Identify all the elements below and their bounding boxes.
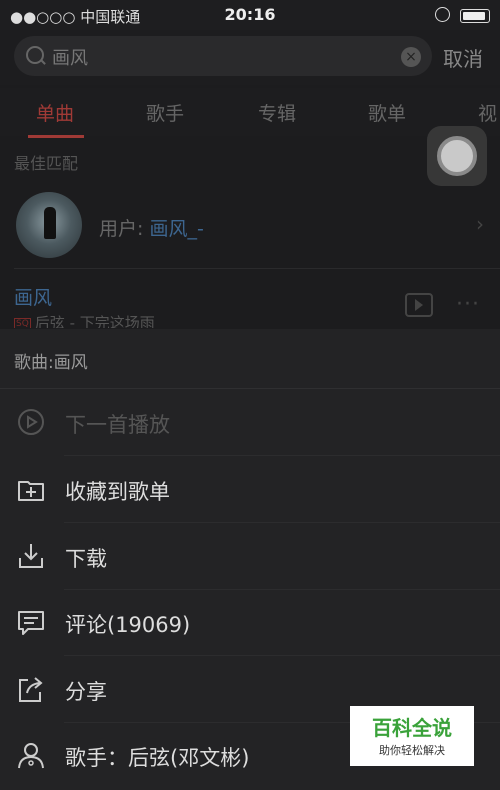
option-play-next: 下一首播放	[65, 413, 170, 437]
active-tab-indicator	[28, 135, 84, 138]
user-prefix: 用户:	[99, 218, 150, 240]
assistive-touch-icon	[437, 136, 477, 176]
chevron-right-icon: ›	[476, 212, 484, 236]
divider	[64, 655, 500, 656]
avatar-figure	[44, 207, 56, 239]
divider	[0, 388, 500, 389]
option-comments[interactable]: 评论(19069)	[65, 609, 190, 639]
option-share[interactable]: 分享	[65, 676, 107, 706]
action-sheet-title: 歌曲:画风	[14, 353, 88, 373]
search-icon	[26, 46, 44, 64]
divider	[64, 455, 500, 456]
search-query[interactable]: 画风	[52, 44, 88, 70]
sq-badge: SQ	[14, 317, 31, 328]
clock: 20:16	[224, 5, 276, 24]
clear-icon[interactable]: ×	[401, 47, 421, 67]
add-to-playlist-icon	[18, 481, 44, 501]
watermark-title: 百科全说	[372, 716, 452, 740]
divider	[64, 522, 500, 523]
share-icon	[19, 677, 43, 702]
song-title[interactable]: 画风	[14, 283, 52, 310]
divider	[14, 268, 500, 269]
song-subtitle: SQ 后弦 - 下完这场雨	[14, 312, 155, 328]
best-match-label: 最佳匹配	[14, 154, 79, 173]
tab-songs[interactable]: 单曲	[36, 99, 74, 126]
mv-icon[interactable]	[405, 293, 433, 317]
user-result[interactable]: 用户: 画风_-	[99, 214, 204, 241]
tab-videos[interactable]: 视	[478, 99, 497, 126]
option-download[interactable]: 下载	[65, 543, 107, 573]
tab-playlists[interactable]: 歌单	[368, 99, 406, 126]
option-add-to-playlist[interactable]: 收藏到歌单	[65, 476, 170, 506]
divider	[64, 589, 500, 590]
play-next-icon	[18, 409, 44, 435]
song-artist-album: 后弦 - 下完这场雨	[34, 314, 155, 328]
user-name: 画风_-	[149, 218, 204, 240]
battery-icon	[460, 9, 490, 23]
watermark-subtitle: 助你轻松解决	[379, 744, 445, 757]
download-icon	[19, 544, 43, 568]
orientation-lock-icon	[435, 7, 450, 22]
more-icon[interactable]: ···	[456, 292, 480, 317]
artist-icon	[18, 743, 44, 769]
tab-bar	[0, 88, 500, 136]
tab-artists[interactable]: 歌手	[146, 99, 184, 126]
option-artist[interactable]: 歌手：后弦(邓文彬)	[65, 742, 249, 772]
comment-icon	[18, 611, 44, 635]
cancel-button[interactable]: 取消	[443, 43, 483, 72]
tab-albums[interactable]: 专辑	[258, 99, 296, 126]
